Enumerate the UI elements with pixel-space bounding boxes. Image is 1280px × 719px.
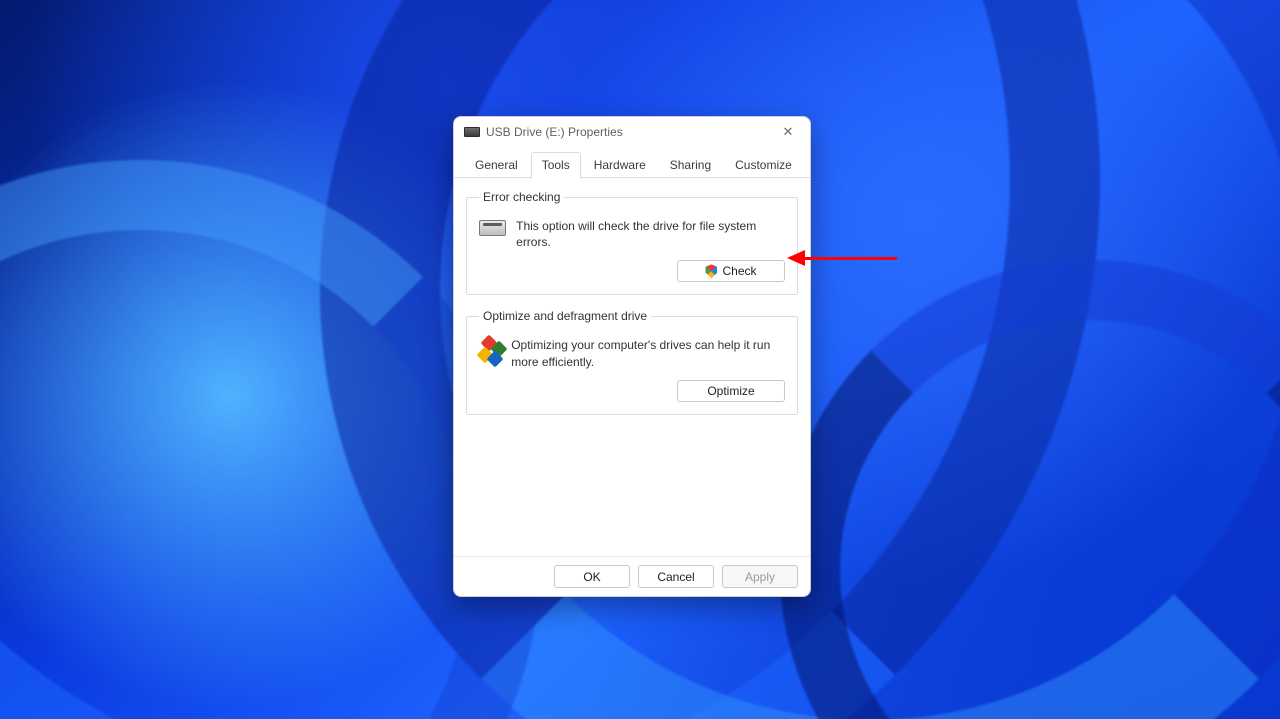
- defrag-icon: [479, 337, 501, 365]
- ok-button[interactable]: OK: [554, 565, 630, 588]
- close-icon: ✕: [783, 124, 794, 140]
- drive-icon: [479, 220, 506, 236]
- check-button-label: Check: [722, 264, 756, 278]
- optimize-legend: Optimize and defragment drive: [479, 309, 651, 323]
- apply-button[interactable]: Apply: [722, 565, 798, 588]
- check-button[interactable]: Check: [677, 260, 785, 282]
- optimize-description: Optimizing your computer's drives can he…: [511, 337, 785, 369]
- optimize-button-label: Optimize: [707, 384, 754, 398]
- apply-button-label: Apply: [745, 570, 775, 584]
- drive-properties-dialog: USB Drive (E:) Properties ✕ General Tool…: [453, 116, 811, 597]
- error-checking-group: Error checking This option will check th…: [466, 190, 798, 295]
- optimize-group: Optimize and defragment drive Optimizing…: [466, 309, 798, 414]
- uac-shield-icon: [705, 264, 717, 278]
- tab-customize[interactable]: Customize: [724, 152, 803, 178]
- optimize-button[interactable]: Optimize: [677, 380, 785, 402]
- ok-button-label: OK: [583, 570, 600, 584]
- cancel-button[interactable]: Cancel: [638, 565, 714, 588]
- tools-tab-body: Error checking This option will check th…: [454, 178, 810, 556]
- desktop-wallpaper: USB Drive (E:) Properties ✕ General Tool…: [0, 0, 1280, 719]
- tab-general[interactable]: General: [464, 152, 529, 178]
- tab-hardware[interactable]: Hardware: [583, 152, 657, 178]
- error-checking-description: This option will check the drive for fil…: [516, 218, 785, 250]
- tab-sharing[interactable]: Sharing: [659, 152, 722, 178]
- tab-tools[interactable]: Tools: [531, 152, 581, 178]
- cancel-button-label: Cancel: [657, 570, 694, 584]
- titlebar[interactable]: USB Drive (E:) Properties ✕: [454, 117, 810, 147]
- window-title: USB Drive (E:) Properties: [486, 125, 623, 139]
- dialog-footer: OK Cancel Apply: [454, 556, 810, 596]
- close-button[interactable]: ✕: [770, 118, 806, 146]
- tab-strip: General Tools Hardware Sharing Customize: [454, 147, 810, 178]
- error-checking-legend: Error checking: [479, 190, 564, 204]
- drive-titlebar-icon: [464, 127, 480, 137]
